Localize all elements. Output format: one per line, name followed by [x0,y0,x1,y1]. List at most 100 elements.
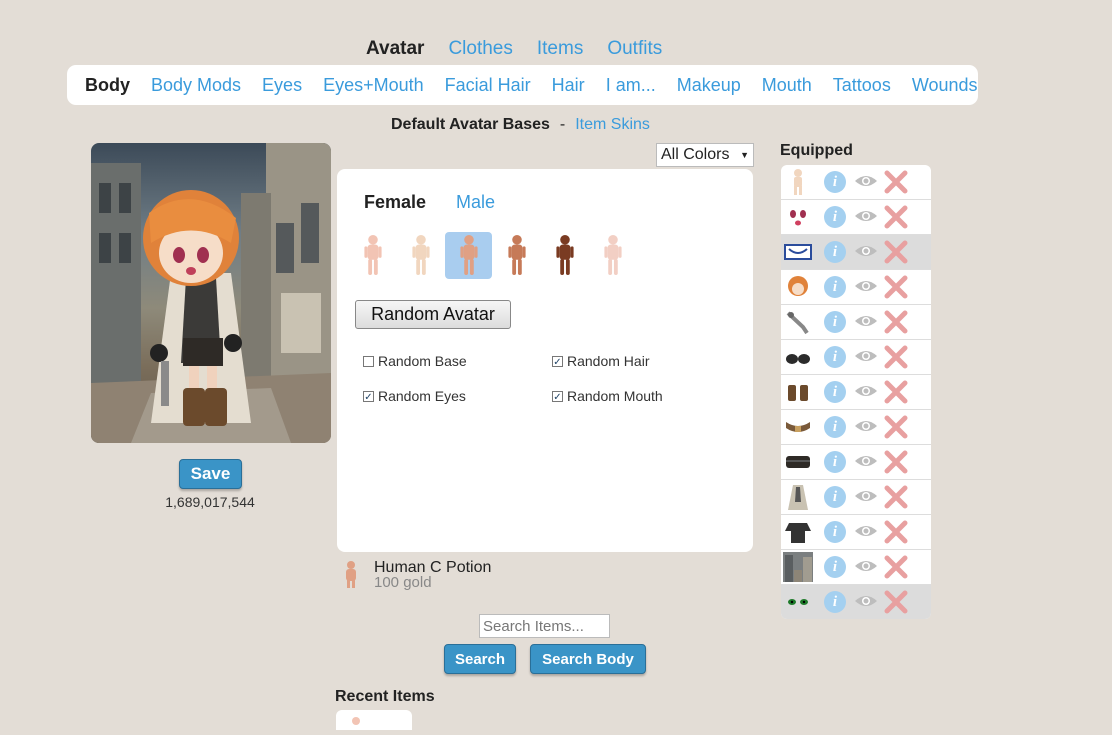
random-base-checkbox[interactable] [363,355,374,367]
remove-icon[interactable] [884,520,908,544]
random-eyes-checkbox[interactable]: ✓ [363,390,374,403]
subtab-tattoos[interactable]: Tattoos [833,75,891,96]
remove-icon[interactable] [884,170,908,194]
info-icon[interactable]: i [824,346,846,368]
remove-icon[interactable] [884,205,908,229]
eye-icon[interactable] [854,558,878,574]
remove-icon[interactable] [884,485,908,509]
random-hair-label: Random Hair [567,353,650,369]
option-random-hair[interactable]: ✓ Random Hair [552,353,649,369]
equipped-thumb[interactable] [782,481,814,513]
random-hair-checkbox[interactable]: ✓ [552,355,563,368]
subtab-eyes-mouth[interactable]: Eyes+Mouth [323,75,424,96]
subtab-makeup[interactable]: Makeup [677,75,741,96]
tab-female[interactable]: Female [364,192,426,213]
option-random-base[interactable]: Random Base [363,353,467,369]
color-filter-select[interactable]: All Colors ▼ [656,143,754,167]
eye-icon[interactable] [854,383,878,399]
equipped-thumb[interactable] [782,586,814,618]
top-tabs: Avatar Clothes Items Outfits [366,38,662,60]
equipped-thumb[interactable] [782,551,814,583]
equipped-list: iiiiiiiiiiiii [781,165,931,619]
info-icon[interactable]: i [824,311,846,333]
subtab-body[interactable]: Body [85,75,130,96]
info-icon[interactable]: i [824,276,846,298]
subtab-eyes[interactable]: Eyes [262,75,302,96]
eye-icon[interactable] [854,348,878,364]
remove-icon[interactable] [884,415,908,439]
info-icon[interactable]: i [824,171,846,193]
subtab-facial-hair[interactable]: Facial Hair [445,75,531,96]
eye-icon[interactable] [854,593,878,609]
remove-icon[interactable] [884,275,908,299]
eye-icon[interactable] [854,418,878,434]
equipped-thumb[interactable] [782,411,814,443]
equipped-thumb[interactable] [782,341,814,373]
eye-icon[interactable] [854,208,878,224]
tab-clothes[interactable]: Clothes [448,38,512,60]
sub-tabs: Body Body Mods Eyes Eyes+Mouth Facial Ha… [67,65,978,105]
skin-tone-option[interactable] [445,232,492,279]
option-random-eyes[interactable]: ✓ Random Eyes [363,388,466,404]
eye-icon[interactable] [854,173,878,189]
equipped-thumb[interactable] [782,236,814,268]
option-random-mouth[interactable]: ✓ Random Mouth [552,388,663,404]
potion-item[interactable]: Human C Potion 100 gold [342,560,491,591]
skin-tone-option[interactable] [541,232,588,279]
random-avatar-button[interactable]: Random Avatar [355,300,511,329]
eye-icon[interactable] [854,313,878,329]
search-button[interactable]: Search [444,644,516,674]
eye-icon[interactable] [854,523,878,539]
info-icon[interactable]: i [824,381,846,403]
equipped-thumb[interactable] [782,166,814,198]
info-icon[interactable]: i [824,451,846,473]
info-icon[interactable]: i [824,241,846,263]
save-button[interactable]: Save [179,459,242,489]
face-mouth-icon [790,210,806,226]
equipped-thumb[interactable] [782,446,814,478]
subtab-mouth[interactable]: Mouth [762,75,812,96]
gender-tabs: Female Male [364,192,495,213]
search-input[interactable] [479,614,610,638]
subtab-hair[interactable]: Hair [552,75,585,96]
eye-icon[interactable] [854,243,878,259]
remove-icon[interactable] [884,590,908,614]
remove-icon[interactable] [884,240,908,264]
skin-tone-option[interactable] [349,232,396,279]
skin-tone-option[interactable] [493,232,540,279]
info-icon[interactable]: i [824,206,846,228]
random-mouth-checkbox[interactable]: ✓ [552,390,563,403]
eye-icon[interactable] [854,278,878,294]
tab-items[interactable]: Items [537,38,583,60]
remove-icon[interactable] [884,450,908,474]
info-icon[interactable]: i [824,486,846,508]
equipped-thumb[interactable] [782,376,814,408]
tab-avatar[interactable]: Avatar [366,38,424,60]
info-icon[interactable]: i [824,556,846,578]
info-icon[interactable]: i [824,416,846,438]
skin-tone-list [349,232,636,279]
eye-icon[interactable] [854,488,878,504]
remove-icon[interactable] [884,380,908,404]
tab-male[interactable]: Male [456,192,495,213]
tab-outfits[interactable]: Outfits [607,38,662,60]
remove-icon[interactable] [884,555,908,579]
equipped-thumb[interactable] [782,306,814,338]
subtab-body-mods[interactable]: Body Mods [151,75,241,96]
equipped-thumb[interactable] [782,201,814,233]
subtab-wounds[interactable]: Wounds [912,75,978,96]
item-skins-link[interactable]: Item Skins [575,116,650,134]
subtab-i-am[interactable]: I am... [606,75,656,96]
skin-tone-option[interactable] [589,232,636,279]
info-icon[interactable]: i [824,591,846,613]
equipped-thumb[interactable] [782,271,814,303]
equipped-row: i [781,550,931,585]
search-body-button[interactable]: Search Body [530,644,646,674]
equipped-thumb[interactable] [782,516,814,548]
remove-icon[interactable] [884,345,908,369]
info-icon[interactable]: i [824,521,846,543]
eye-icon[interactable] [854,453,878,469]
skin-tone-option[interactable] [397,232,444,279]
gold-amount: 1,689,017,544 [165,494,255,510]
remove-icon[interactable] [884,310,908,334]
